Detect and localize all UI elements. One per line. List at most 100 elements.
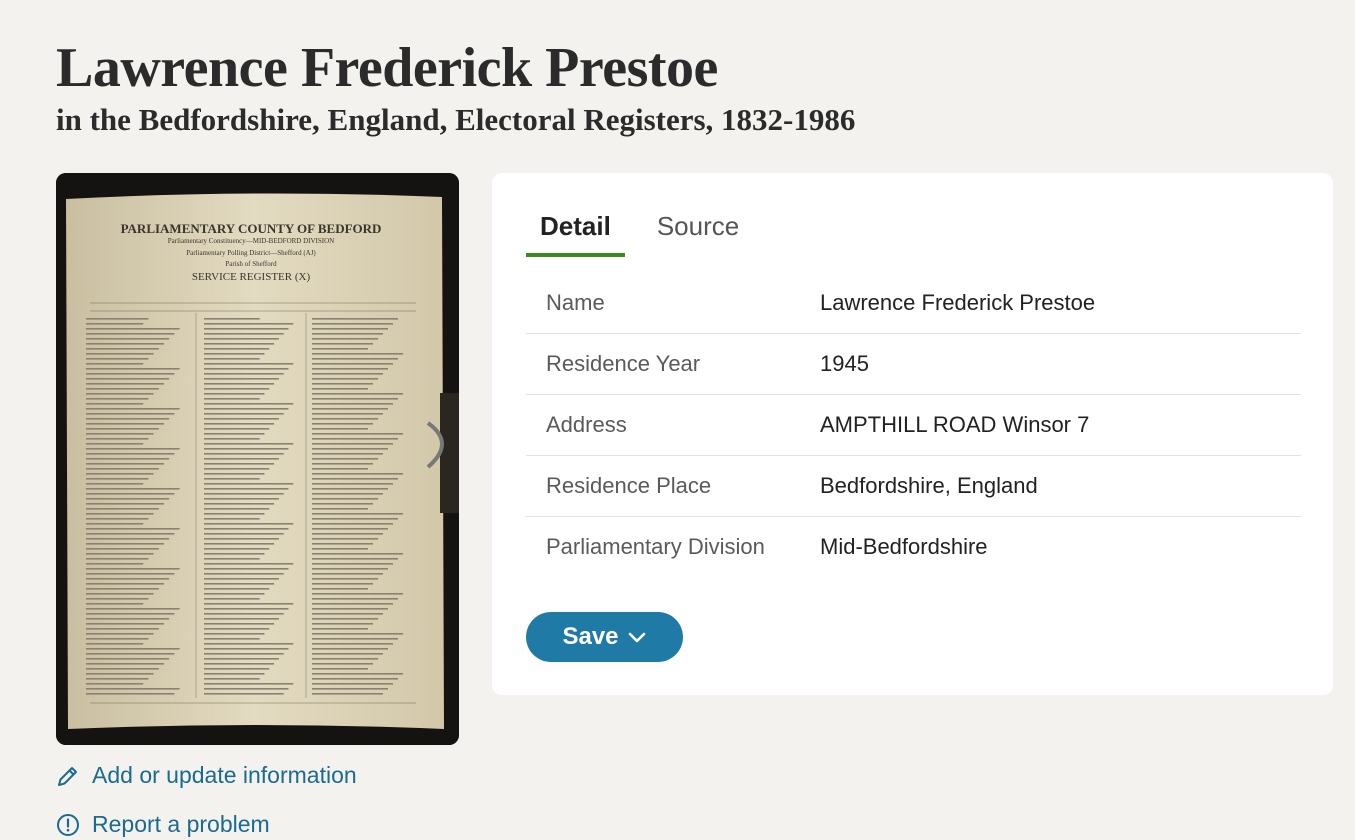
fact-row-name: Name Lawrence Frederick Prestoe — [526, 273, 1301, 334]
scan-text-line — [204, 498, 279, 500]
scan-text-line — [86, 678, 149, 680]
scan-text-line — [86, 448, 180, 450]
scan-text-line — [86, 613, 175, 615]
scan-text-line — [86, 503, 164, 505]
scan-line-3: Parish of Shefford — [225, 260, 277, 268]
scan-text-line — [204, 383, 275, 385]
scan-text-line — [204, 348, 270, 350]
scan-text-line — [312, 388, 368, 390]
chevron-down-icon — [628, 632, 645, 643]
scan-text-line — [312, 408, 388, 410]
scan-text-line — [204, 438, 260, 440]
scan-text-line — [204, 343, 275, 345]
scan-text-line — [312, 558, 398, 560]
scan-text-line — [86, 688, 180, 690]
scan-text-line — [312, 523, 393, 525]
scan-text-line — [204, 503, 275, 505]
scan-text-line — [204, 578, 279, 580]
scan-text-line — [204, 463, 275, 465]
scan-text-line — [86, 483, 144, 485]
save-button[interactable]: Save — [526, 612, 683, 662]
scan-text-line — [86, 423, 164, 425]
scan-text-line — [86, 513, 154, 515]
scan-text-line — [86, 393, 154, 395]
scan-text-line — [312, 433, 403, 435]
scan-text-line — [204, 358, 260, 360]
report-problem-link[interactable]: Report a problem — [56, 811, 270, 838]
scan-text-line — [204, 588, 270, 590]
scan-text-line — [86, 398, 149, 400]
scan-text-line — [312, 473, 403, 475]
scan-text-line — [312, 398, 398, 400]
scan-text-line — [312, 443, 393, 445]
scan-text-line — [312, 358, 398, 360]
scan-text-line — [312, 393, 403, 395]
scan-text-line — [86, 583, 164, 585]
scan-text-line — [312, 438, 398, 440]
scan-text-line — [86, 368, 180, 370]
scan-text-line — [312, 608, 388, 610]
scan-text-line — [312, 598, 398, 600]
scan-text-line — [204, 573, 284, 575]
scan-text-line — [86, 618, 170, 620]
scan-text-line — [204, 443, 294, 445]
scan-text-line — [312, 403, 393, 405]
scan-text-line — [86, 668, 159, 670]
scan-text-line — [312, 373, 383, 375]
page: Lawrence Frederick Prestoe in the Bedfor… — [0, 0, 1355, 840]
scan-text-line — [312, 328, 388, 330]
scan-text-line — [312, 458, 378, 460]
scan-text-line — [312, 488, 388, 490]
tab-detail[interactable]: Detail — [526, 209, 625, 257]
scan-text-line — [86, 658, 170, 660]
scan-text-line — [204, 428, 270, 430]
scan-text-line — [204, 673, 265, 675]
scan-text-line — [86, 383, 164, 385]
scan-text-line — [204, 623, 275, 625]
scan-text-line — [204, 553, 265, 555]
scan-text-line — [312, 383, 373, 385]
scan-text-line — [204, 618, 279, 620]
add-update-info-link[interactable]: Add or update information — [56, 762, 357, 789]
alert-circle-icon — [57, 813, 79, 836]
scan-text-line — [204, 413, 284, 415]
scan-text-line — [86, 358, 149, 360]
scan-text-line — [86, 443, 144, 445]
scan-text-line — [204, 353, 265, 355]
scan-text-line — [86, 498, 170, 500]
scan-text-line — [312, 638, 398, 640]
scan-text-line — [204, 513, 265, 515]
scan-text-line — [312, 463, 373, 465]
scan-text-line — [204, 508, 270, 510]
fact-label: Name — [546, 290, 605, 315]
scan-text-line — [204, 548, 270, 550]
scan-text-line — [86, 473, 154, 475]
scan-heading: PARLIAMENTARY COUNTY OF BEDFORD — [121, 221, 382, 236]
scan-text-line — [312, 503, 373, 505]
scan-text-line — [204, 403, 294, 405]
scan-text-line — [86, 643, 144, 645]
scan-text-line — [86, 648, 180, 650]
scan-text-line — [312, 613, 383, 615]
scan-text-line — [86, 663, 164, 665]
scan-text-line — [204, 458, 279, 460]
add-update-info-label: Add or update information — [92, 762, 357, 788]
scan-text-line — [312, 603, 393, 605]
pencil-icon — [58, 766, 77, 786]
record-image-thumbnail[interactable]: PARLIAMENTARY COUNTY OF BEDFORD Parliame… — [56, 173, 459, 745]
scan-text-line — [204, 668, 270, 670]
scan-text-line — [86, 323, 144, 325]
scan-text-line — [312, 548, 368, 550]
scan-text-line — [312, 688, 388, 690]
scan-text-line — [312, 348, 368, 350]
tab-source[interactable]: Source — [643, 209, 753, 257]
fact-row-residence-year: Residence Year 1945 — [526, 334, 1301, 395]
scan-text-line — [204, 683, 294, 685]
scan-text-line — [86, 543, 164, 545]
fact-value: Mid-Bedfordshire — [820, 534, 988, 559]
scan-text-line — [204, 563, 294, 565]
scan-text-line — [86, 318, 149, 320]
scan-text-line — [86, 408, 180, 410]
fact-row-address: Address AMPTHILL ROAD Winsor 7 — [526, 395, 1301, 456]
scan-text-line — [86, 573, 175, 575]
